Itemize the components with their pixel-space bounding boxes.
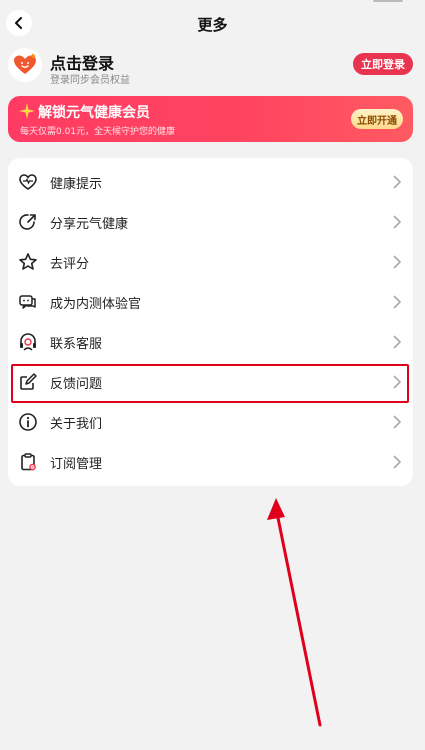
menu-label: 订阅管理 bbox=[50, 457, 103, 472]
heart-logo-icon bbox=[14, 53, 36, 74]
heart-icon bbox=[19, 174, 37, 190]
sparkle-icon bbox=[19, 103, 35, 119]
chat-icon bbox=[19, 295, 36, 309]
menu-item-health-tips[interactable]: 健康提示 bbox=[8, 162, 413, 202]
chevron-right-icon bbox=[393, 415, 402, 429]
headset-icon bbox=[20, 333, 36, 351]
vip-banner[interactable]: 解锁元气健康会员 每天仅需0.01元，全天候守护您的健康 立即开通 bbox=[8, 96, 413, 142]
profile-section[interactable]: 点击登录 登录同步会员权益 立即登录 bbox=[0, 48, 425, 88]
top-bar: 更多 bbox=[0, 0, 425, 48]
avatar[interactable] bbox=[8, 48, 42, 82]
info-icon bbox=[19, 413, 37, 431]
vip-title: 解锁元气健康会员 bbox=[38, 105, 150, 121]
menu-label: 分享元气健康 bbox=[50, 217, 129, 232]
clipboard-icon bbox=[21, 453, 36, 471]
menu-list: 健康提示 分享元气健康 去评分 成为内测体验官 联系客服 反馈问题 关于我们 订… bbox=[8, 158, 413, 486]
menu-label: 去评分 bbox=[50, 257, 90, 272]
menu-item-about[interactable]: 关于我们 bbox=[8, 402, 413, 442]
annotation-highlight-box bbox=[11, 364, 409, 403]
menu-item-beta-tester[interactable]: 成为内测体验官 bbox=[8, 282, 413, 322]
annotation-arrow bbox=[267, 498, 322, 727]
chevron-right-icon bbox=[393, 215, 402, 229]
chevron-right-icon bbox=[393, 295, 402, 309]
menu-label: 联系客服 bbox=[50, 337, 103, 352]
menu-item-subscription[interactable]: 订阅管理 bbox=[8, 442, 413, 482]
login-button[interactable]: 立即登录 bbox=[353, 53, 413, 75]
profile-subtitle: 登录同步会员权益 bbox=[50, 75, 130, 86]
menu-item-customer-service[interactable]: 联系客服 bbox=[8, 322, 413, 362]
menu-label: 关于我们 bbox=[50, 417, 103, 432]
chevron-right-icon bbox=[393, 455, 402, 469]
menu-label: 健康提示 bbox=[50, 177, 103, 192]
menu-item-share[interactable]: 分享元气健康 bbox=[8, 202, 413, 242]
chevron-right-icon bbox=[393, 335, 402, 349]
chevron-right-icon bbox=[393, 255, 402, 269]
page-title: 更多 bbox=[197, 16, 228, 34]
share-icon bbox=[19, 214, 36, 230]
star-icon bbox=[19, 253, 37, 270]
vip-description: 每天仅需0.01元，全天候守护您的健康 bbox=[20, 127, 176, 137]
menu-label: 成为内测体验官 bbox=[50, 297, 142, 312]
menu-item-rate[interactable]: 去评分 bbox=[8, 242, 413, 282]
chevron-right-icon bbox=[393, 175, 402, 189]
vip-open-button[interactable]: 立即开通 bbox=[351, 109, 403, 129]
status-edge bbox=[373, 0, 403, 2]
